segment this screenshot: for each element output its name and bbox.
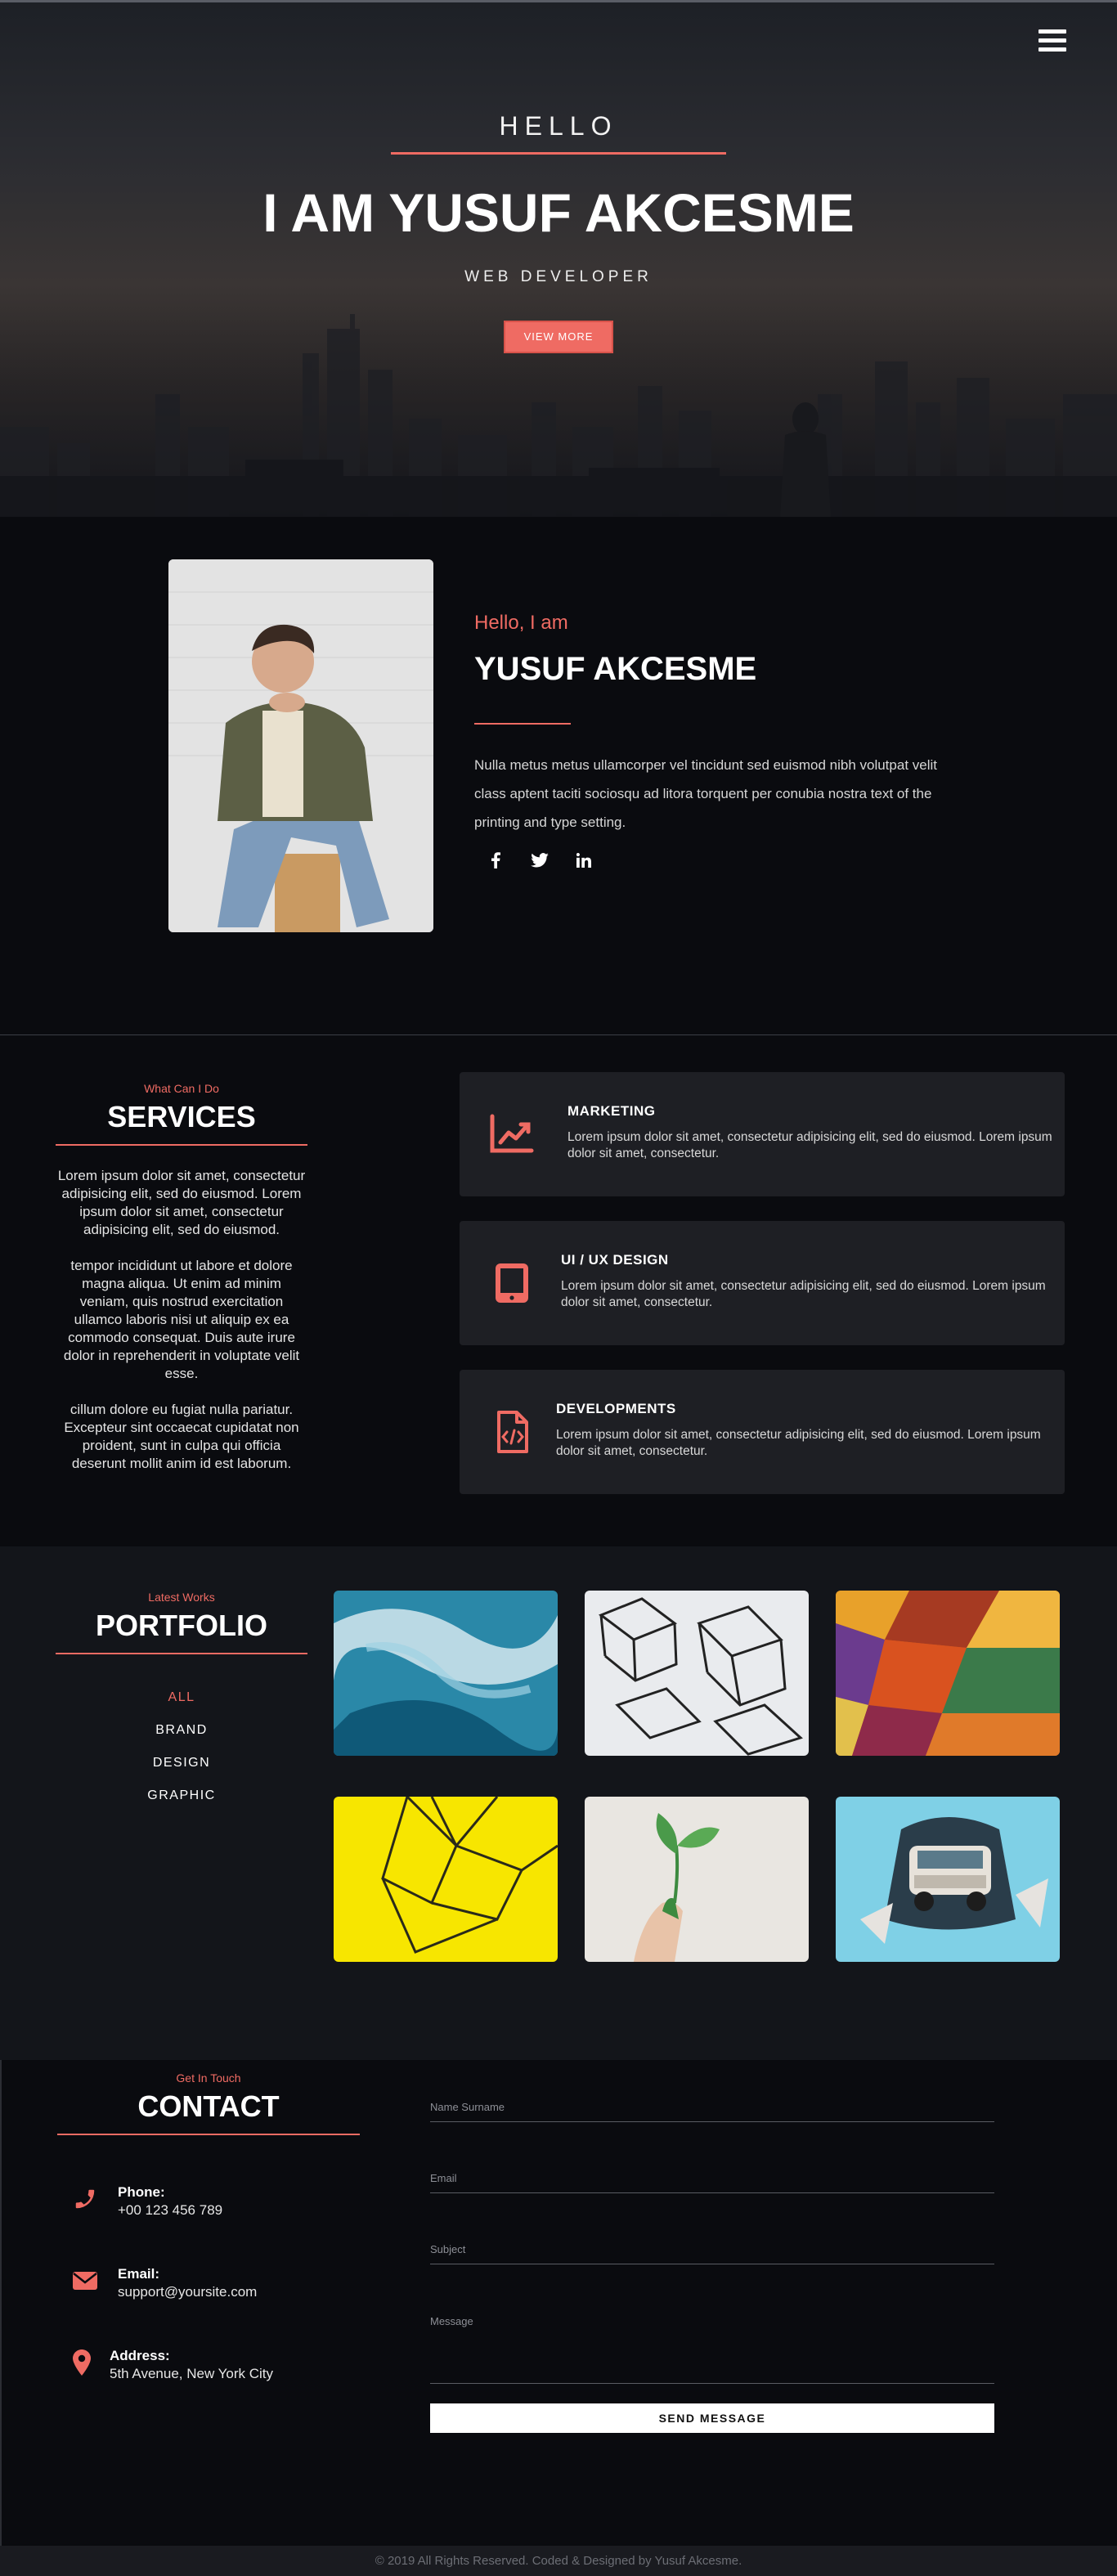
services-title: SERVICES [107,1100,256,1133]
hero-title: I AM YUSUF AKCESME [262,182,855,243]
top-border [0,0,1117,2]
service-text: Lorem ipsum dolor sit amet, consectetur … [567,1130,1052,1160]
portfolio-title: PORTFOLIO [96,1609,267,1642]
map-pin-icon [70,2348,93,2377]
hamburger-menu-icon[interactable] [1038,29,1066,54]
about-greeting: Hello, I am [474,612,568,634]
email-value: support@yoursite.com [118,2284,258,2300]
address-value: 5th Avenue, New York City [110,2366,274,2381]
services-paragraph: cillum dolore eu fugiat nulla pariatur. … [64,1402,299,1471]
portfolio-item-yellow-geometric[interactable] [334,1797,558,1962]
hero-subtitle: WEB DEVELOPER [464,268,653,285]
about-name: YUSUF AKCESME [474,651,757,687]
service-title: UI / UX DESIGN [561,1252,669,1268]
portfolio-intro: Latest Works PORTFOLIO ALL BRAND DESIGN … [56,1591,307,1821]
about-description: Nulla metus metus ullamcorper vel tincid… [474,757,937,830]
email-label: Email: [118,2266,160,2282]
portfolio-subtitle: Latest Works [148,1591,215,1604]
code-file-icon [489,1411,535,1453]
address-label: Address: [110,2348,170,2363]
view-more-button[interactable]: VIEW MORE [504,321,613,353]
portfolio-section: Latest Works PORTFOLIO ALL BRAND DESIGN … [0,1546,1117,2060]
contact-title: CONTACT [137,2089,280,2123]
subject-field[interactable]: Subject [430,2243,994,2264]
portfolio-item-blue-paint[interactable] [334,1591,558,1756]
services-underline [56,1144,307,1146]
send-message-button[interactable]: SEND MESSAGE [430,2403,994,2433]
twitter-icon[interactable] [530,850,550,870]
footer-copyright: © 2019 All Rights Reserved. Coded & Desi… [375,2554,742,2568]
phone-label: Phone: [118,2184,165,2200]
filter-graphic[interactable]: GRAPHIC [56,1788,307,1803]
services-description: Lorem ipsum dolor sit amet, consectetur … [56,1167,307,1473]
contact-address: Address: 5th Avenue, New York City [70,2348,273,2382]
linkedin-icon[interactable] [574,850,594,870]
social-links [486,850,594,870]
hero-hello: HELLO [499,111,618,141]
service-text: Lorem ipsum dolor sit amet, consectetur … [561,1279,1046,1309]
portfolio-item-colorful-mosaic[interactable] [836,1591,1060,1756]
service-title: DEVELOPMENTS [556,1401,676,1416]
portfolio-item-car-mural[interactable] [836,1797,1060,1962]
filter-design[interactable]: DESIGN [56,1756,307,1770]
email-field[interactable]: Email [430,2172,994,2193]
hero-underline [391,152,726,155]
footer: © 2019 All Rights Reserved. Coded & Desi… [0,2546,1117,2576]
contact-section: Get In Touch CONTACT Phone: +00 123 456 … [0,2060,1117,2546]
service-text: Lorem ipsum dolor sit amet, consectetur … [556,1428,1041,1458]
contact-subtitle: Get In Touch [176,2071,241,2085]
contact-email: Email: support@yoursite.com [70,2266,257,2300]
services-subtitle: What Can I Do [144,1082,219,1095]
name-field[interactable]: Name Surname [430,2101,994,2122]
about-underline [474,723,571,725]
filter-all[interactable]: ALL [56,1690,307,1705]
contact-intro: Get In Touch CONTACT [57,2071,360,2135]
envelope-icon [70,2266,100,2296]
phone-icon [70,2184,100,2214]
services-section: What Can I Do SERVICES Lorem ipsum dolor… [0,1036,1117,1546]
tablet-icon [489,1262,535,1304]
service-title: MARKETING [567,1103,656,1119]
profile-photo [168,559,433,932]
portfolio-item-plant-hand[interactable] [585,1797,809,1962]
phone-value: +00 123 456 789 [118,2202,223,2218]
facebook-icon[interactable] [486,850,505,870]
service-card-developments: DEVELOPMENTS Lorem ipsum dolor sit amet,… [460,1370,1065,1494]
hero-section: HELLO I AM YUSUF AKCESME WEB DEVELOPER V… [0,0,1117,517]
about-section: Hello, I am YUSUF AKCESME Nulla metus me… [0,517,1117,1035]
service-card-marketing: MARKETING Lorem ipsum dolor sit amet, co… [460,1072,1065,1196]
contact-phone: Phone: +00 123 456 789 [70,2184,222,2219]
service-card-uiux: UI / UX DESIGN Lorem ipsum dolor sit ame… [460,1221,1065,1345]
portfolio-filters: ALL BRAND DESIGN GRAPHIC [56,1690,307,1803]
portfolio-underline [56,1653,307,1654]
services-intro: What Can I Do SERVICES Lorem ipsum dolor… [56,1082,307,1491]
message-field[interactable]: Message [430,2315,994,2384]
contact-underline [57,2134,360,2135]
services-paragraph: tempor incididunt ut labore et dolore ma… [63,1258,300,1381]
services-paragraph: Lorem ipsum dolor sit amet, consectetur … [57,1168,306,1237]
portfolio-item-wire-cubes[interactable] [585,1591,809,1756]
chart-line-icon [489,1113,535,1156]
filter-brand[interactable]: BRAND [56,1723,307,1738]
